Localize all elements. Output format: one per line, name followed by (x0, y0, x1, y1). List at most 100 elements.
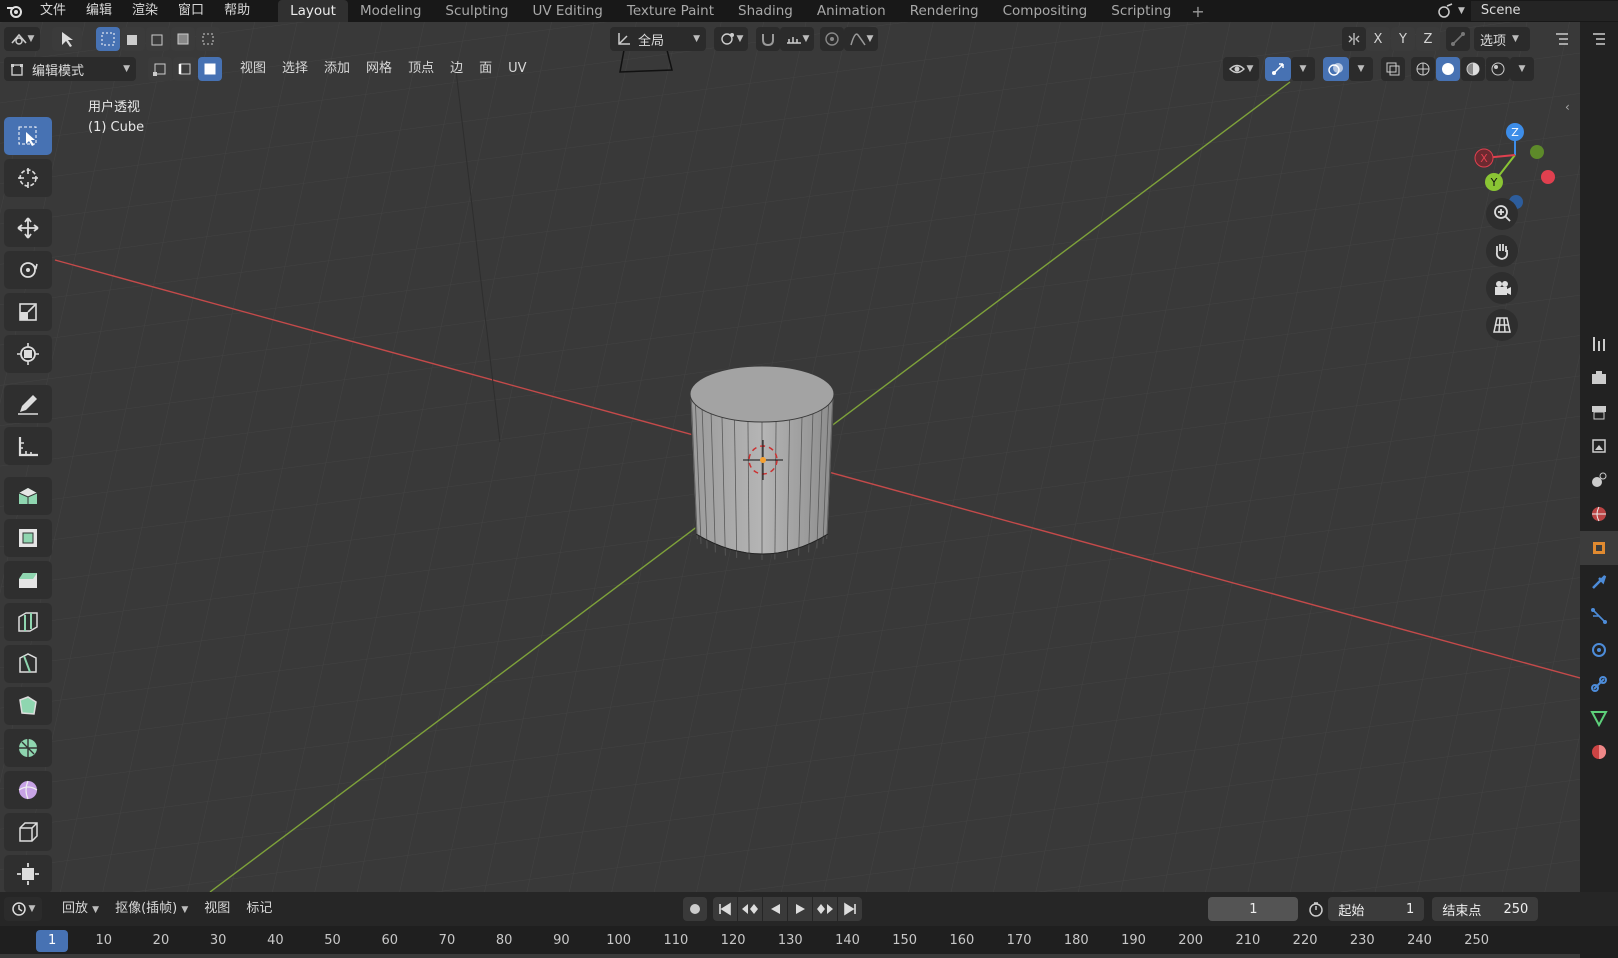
scene-props-icon[interactable] (1580, 463, 1618, 497)
xray-toggle-icon[interactable] (1381, 57, 1405, 81)
snap-toggle-button[interactable] (756, 27, 780, 51)
view-layer-icon[interactable] (1580, 429, 1618, 463)
material-shading-icon[interactable] (1461, 57, 1485, 81)
proportional-edit-button[interactable] (820, 27, 844, 51)
constraints-icon[interactable] (1580, 667, 1618, 701)
select-invert-icon[interactable] (171, 27, 195, 51)
jump-start-button[interactable] (713, 897, 738, 921)
header-menu-edge[interactable]: 边 (442, 57, 471, 81)
bevel-icon[interactable] (4, 561, 52, 599)
prev-keyframe-button[interactable] (738, 897, 763, 921)
tab-scripting[interactable]: Scripting (1099, 0, 1183, 22)
start-frame-field[interactable]: 起始 1 (1328, 897, 1425, 921)
face-select-icon[interactable] (198, 57, 222, 81)
timeline-editor-type-button[interactable]: ▼ (4, 897, 42, 921)
object-icon[interactable] (1580, 531, 1618, 565)
camera-view-button[interactable] (1486, 272, 1518, 304)
menu-edit[interactable]: 编辑 (76, 0, 122, 22)
cursor-icon[interactable] (4, 159, 52, 197)
rotate-icon[interactable] (4, 251, 52, 289)
physics-icon[interactable] (1580, 633, 1618, 667)
menu-help[interactable]: 帮助 (214, 0, 260, 22)
tab-sculpting[interactable]: Sculpting (433, 0, 520, 22)
poly-build-icon[interactable] (4, 687, 52, 725)
particles-icon[interactable] (1580, 599, 1618, 633)
keying-menu[interactable]: 抠像(插帧) ▼ (107, 897, 196, 922)
inset-icon[interactable] (4, 519, 52, 557)
outliner-toggle-icon[interactable] (1550, 27, 1574, 51)
modifier-icon[interactable] (1580, 565, 1618, 599)
tool-icon[interactable] (1580, 327, 1618, 361)
snap-target-button[interactable]: ▼ (780, 27, 814, 51)
knife-icon[interactable] (4, 645, 52, 683)
scene-selector[interactable]: ▼ Scene (1428, 0, 1618, 22)
tab-layout[interactable]: Layout (278, 0, 348, 22)
current-frame-field[interactable]: 1 (1208, 897, 1299, 921)
tab-modeling[interactable]: Modeling (348, 0, 433, 22)
end-frame-field[interactable]: 结束点 250 (1432, 897, 1539, 921)
blender-logo-icon[interactable] (0, 0, 30, 22)
tab-rendering[interactable]: Rendering (898, 0, 991, 22)
auto-merge-icon[interactable] (1446, 27, 1470, 51)
pivot-point-button[interactable]: ▼ (714, 27, 748, 51)
header-menu-mesh[interactable]: 网格 (358, 57, 400, 81)
select-box-icon[interactable] (4, 117, 52, 155)
annotate-icon[interactable] (4, 385, 52, 423)
menu-window[interactable]: 窗口 (168, 0, 214, 22)
header-menu-select[interactable]: 选择 (274, 57, 316, 81)
measure-icon[interactable] (4, 427, 52, 465)
header-menu-face[interactable]: 面 (471, 57, 500, 81)
viewport-canvas[interactable] (0, 22, 1580, 892)
timeline-scrollbar[interactable] (0, 954, 1580, 958)
loop-cut-icon[interactable] (4, 603, 52, 641)
gizmo-neg-y-button[interactable] (1530, 145, 1544, 159)
tab-texture-paint[interactable]: Texture Paint (615, 0, 726, 22)
outliner-icon[interactable] (1580, 22, 1618, 56)
menu-file[interactable]: 文件 (30, 0, 76, 22)
marker-menu[interactable]: 标记 (238, 897, 280, 921)
shading-dropdown[interactable]: ▼ (1510, 57, 1534, 81)
play-button[interactable] (788, 897, 813, 921)
perspective-toggle-button[interactable] (1486, 309, 1518, 341)
tab-animation[interactable]: Animation (805, 0, 898, 22)
gizmo-toggle-button[interactable] (1265, 57, 1291, 81)
menu-render[interactable]: 渲染 (122, 0, 168, 22)
world-icon[interactable] (1580, 497, 1618, 531)
select-new-icon[interactable] (96, 27, 120, 51)
falloff-button[interactable]: ▼ (844, 27, 878, 51)
header-menu-view[interactable]: 视图 (232, 57, 274, 81)
overlays-toggle-button[interactable] (1323, 57, 1349, 81)
visibility-button[interactable]: ▼ (1223, 57, 1259, 81)
select-extend-icon[interactable] (121, 27, 145, 51)
editor-type-button[interactable]: ▼ (4, 27, 40, 51)
data-icon[interactable] (1580, 701, 1618, 735)
add-workspace-button[interactable]: + (1183, 2, 1212, 21)
mode-dropdown[interactable]: 编辑模式 ▼ (4, 57, 136, 81)
edge-slide-icon[interactable] (4, 813, 52, 851)
select-subtract-icon[interactable] (146, 27, 170, 51)
playback-menu[interactable]: 回放 ▼ (54, 897, 107, 922)
gizmo-dropdown[interactable]: ▼ (1291, 57, 1315, 81)
navigation-gizmo[interactable]: Z Y X (1460, 100, 1570, 210)
mirror-z-toggle[interactable]: Z (1416, 27, 1440, 51)
vertex-select-icon[interactable] (148, 57, 172, 81)
scene-name-field[interactable]: Scene (1470, 1, 1618, 21)
pan-button[interactable] (1486, 235, 1518, 267)
tab-compositing[interactable]: Compositing (991, 0, 1100, 22)
wireframe-shading-icon[interactable] (1411, 57, 1435, 81)
mirror-options-icon[interactable] (1342, 27, 1366, 51)
gizmo-neg-x-button[interactable] (1541, 170, 1555, 184)
header-menu-uv[interactable]: UV (500, 57, 534, 81)
tab-uv-editing[interactable]: UV Editing (520, 0, 614, 22)
rendered-shading-icon[interactable] (1486, 57, 1510, 81)
select-intersect-icon[interactable] (196, 27, 220, 51)
tab-shading[interactable]: Shading (726, 0, 805, 22)
spin-icon[interactable] (4, 729, 52, 767)
overlays-dropdown[interactable]: ▼ (1349, 57, 1373, 81)
output-icon[interactable] (1580, 395, 1618, 429)
transform-icon[interactable] (4, 335, 52, 373)
play-reverse-button[interactable] (763, 897, 788, 921)
next-keyframe-button[interactable] (813, 897, 838, 921)
material-icon[interactable] (1580, 735, 1618, 769)
cylinder-mesh[interactable] (689, 365, 835, 560)
